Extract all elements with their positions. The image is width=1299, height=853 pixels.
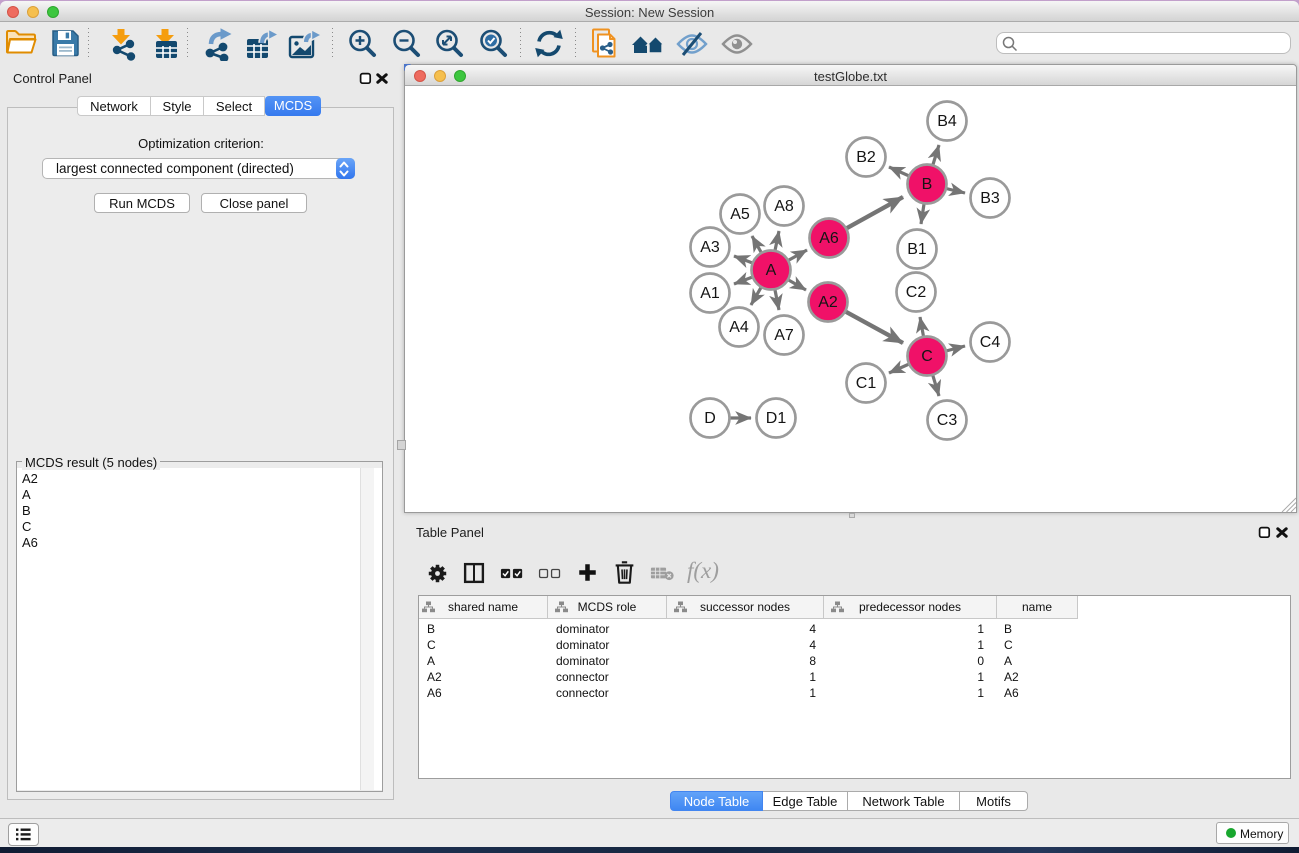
svg-text:C3: C3 (937, 412, 958, 429)
svg-text:A8: A8 (774, 198, 794, 215)
svg-text:A4: A4 (729, 319, 749, 336)
svg-text:A6: A6 (819, 230, 839, 247)
svg-text:C2: C2 (906, 284, 927, 301)
svg-text:A7: A7 (774, 327, 794, 344)
svg-text:B1: B1 (907, 241, 927, 258)
svg-text:B: B (922, 176, 933, 193)
svg-text:A5: A5 (730, 206, 750, 223)
svg-text:C: C (921, 348, 933, 365)
svg-text:D1: D1 (766, 410, 787, 427)
svg-text:C1: C1 (856, 375, 877, 392)
svg-text:B4: B4 (937, 113, 957, 130)
svg-text:B3: B3 (980, 190, 1000, 207)
svg-text:A3: A3 (700, 239, 720, 256)
svg-text:A: A (766, 262, 777, 279)
svg-text:A1: A1 (700, 285, 720, 302)
svg-text:B2: B2 (856, 149, 876, 166)
svg-text:D: D (704, 410, 716, 427)
svg-text:A2: A2 (818, 294, 838, 311)
svg-text:C4: C4 (980, 334, 1001, 351)
